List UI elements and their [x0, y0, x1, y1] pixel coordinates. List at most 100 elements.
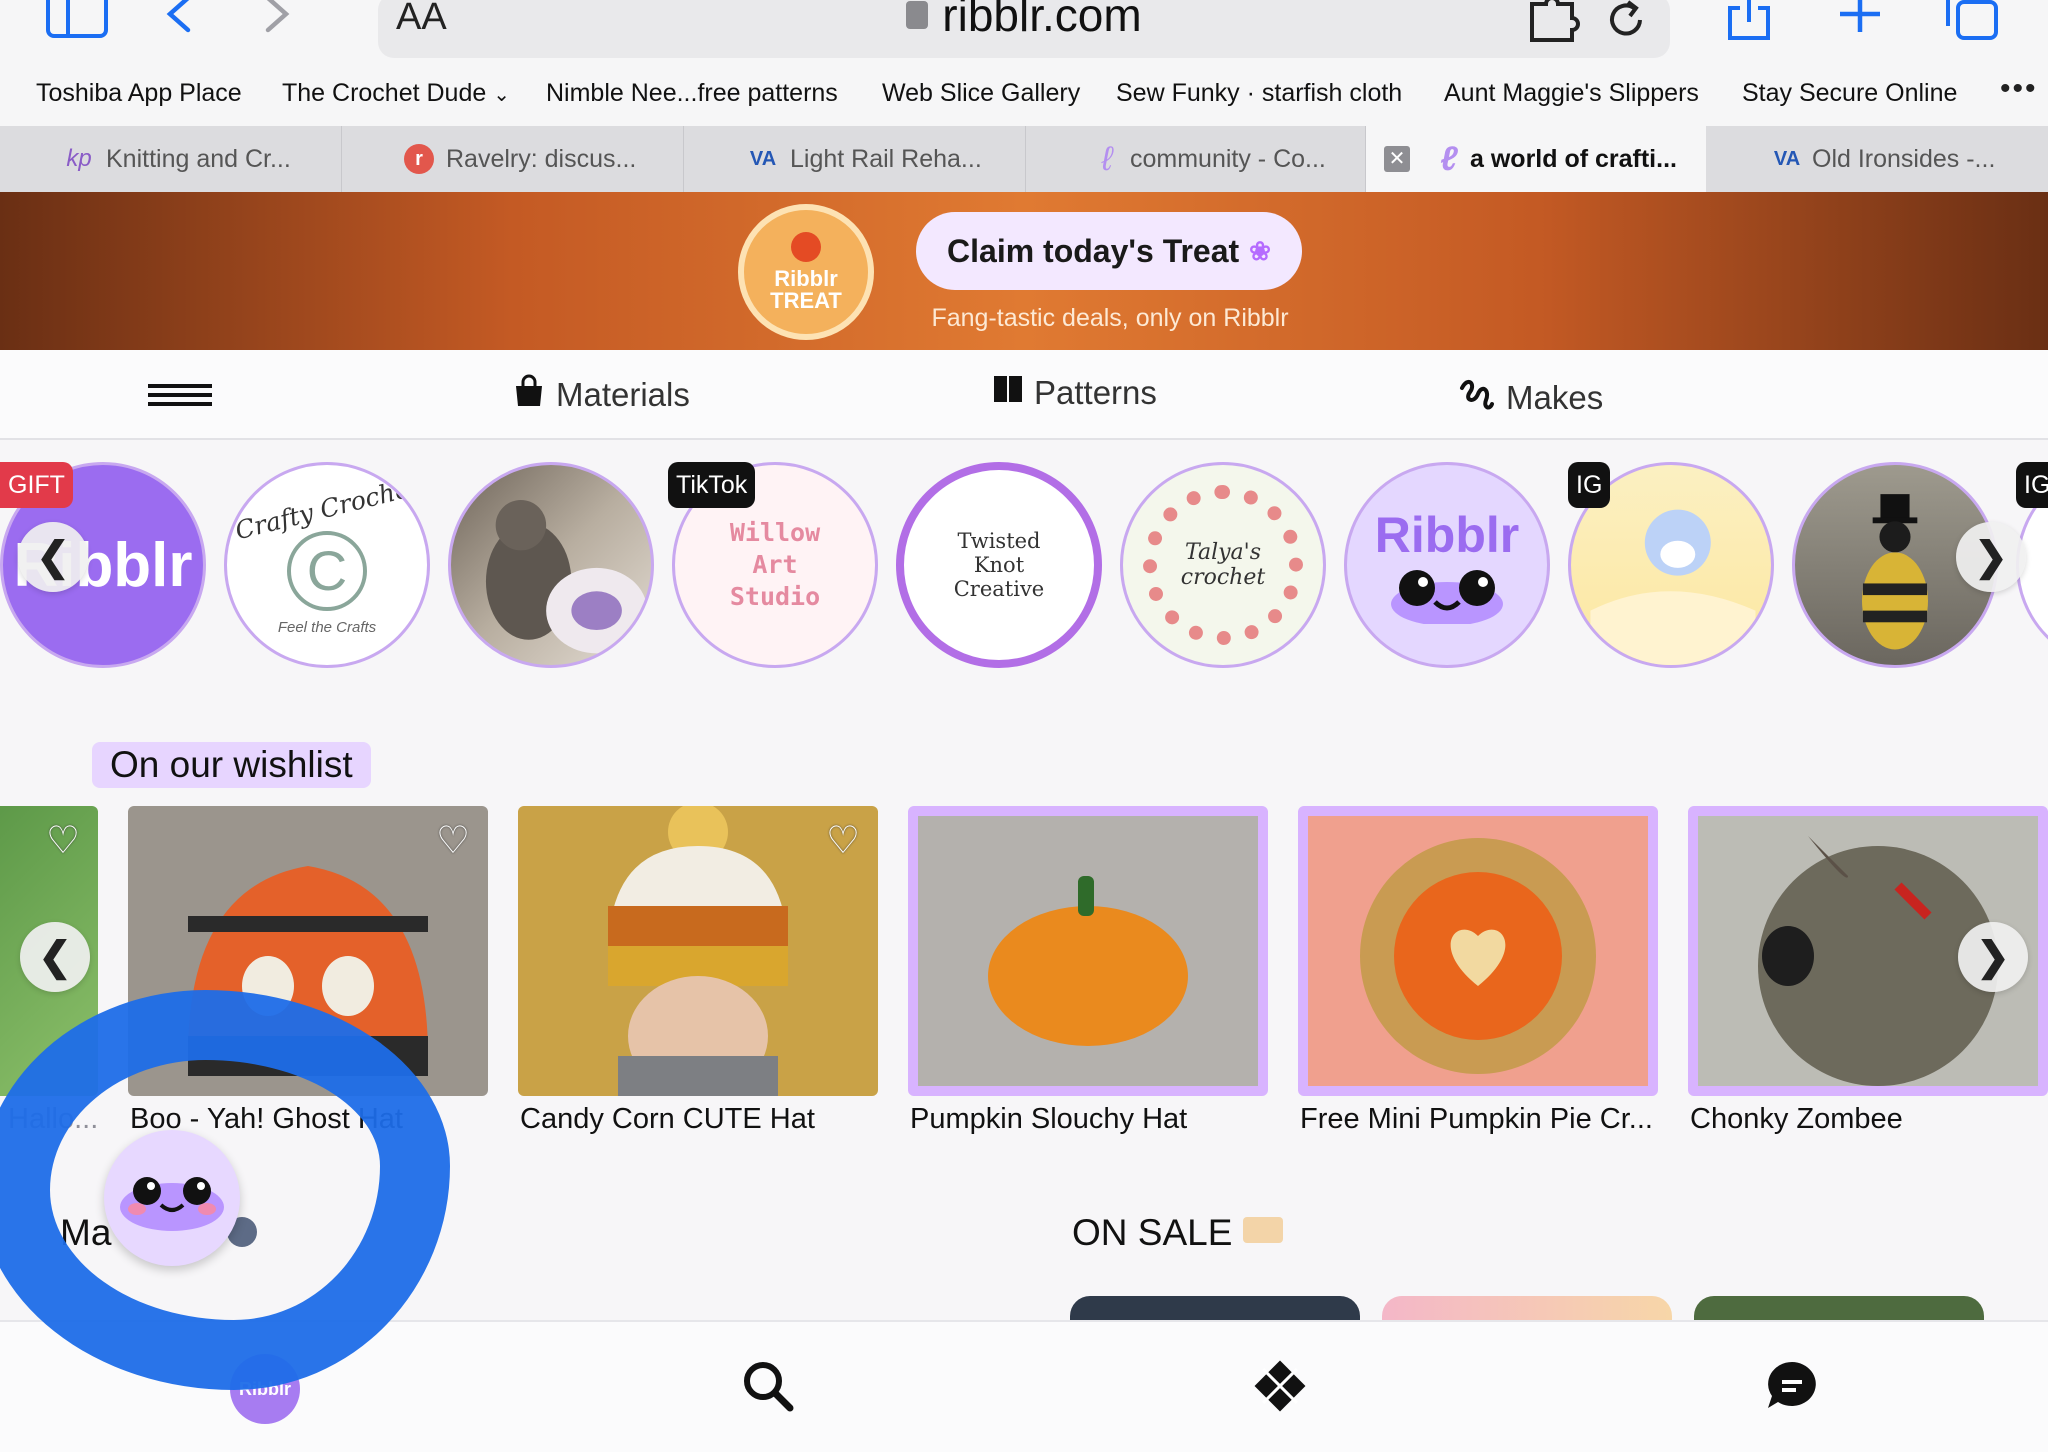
ig-tag: IG — [1568, 462, 1611, 508]
forward-icon[interactable] — [262, 0, 292, 43]
wishlist-card[interactable] — [908, 806, 1268, 1096]
crochet-c-logo-icon: C — [287, 531, 367, 611]
reload-icon[interactable] — [1604, 0, 1648, 47]
story-twisted-knot[interactable]: Twisted Knot Creative — [896, 462, 1102, 668]
ig-tag: IG — [2016, 462, 2048, 508]
page: AA ribblr.com Toshiba App Place The Croc… — [0, 0, 2048, 1452]
wishlist-card[interactable] — [1298, 806, 1658, 1096]
tab-title: community - Co... — [1130, 144, 1326, 173]
heart-icon[interactable]: ♡ — [42, 820, 84, 862]
tab-community[interactable]: ℓ community - Co... — [1026, 126, 1366, 192]
ribblr-treat-badge[interactable]: Ribblr TREAT — [738, 204, 874, 340]
story-ribblr-logo-text: Ribblr — [1374, 507, 1520, 563]
diamond-grid-icon — [1254, 1360, 1306, 1412]
candy-icon: ❀ — [1249, 235, 1271, 266]
bookmark-crochet-dude[interactable]: The Crochet Dude ⌄ — [282, 79, 510, 108]
chevron-down-icon: ⌄ — [493, 84, 510, 106]
search-icon — [744, 1362, 794, 1412]
price-tag-icon — [1242, 1217, 1283, 1243]
banner-subtitle: Fang-tastic deals, only on Ribblr — [931, 304, 1289, 332]
lock-icon — [906, 1, 929, 29]
tab-overview-icon[interactable] — [1944, 0, 2000, 47]
ribblr-l-logo-icon: ℓ — [1440, 140, 1458, 178]
nav-materials[interactable]: Materials — [512, 374, 690, 416]
tab-bar: kp Knitting and Cr... r Ravelry: discus.… — [0, 126, 2048, 192]
extensions-icon[interactable] — [1528, 0, 1580, 51]
wishlist-item-label[interactable]: Chonky Zombee — [1690, 1103, 1903, 1136]
ribblr-mascot-icon — [120, 1177, 224, 1231]
badge-line1: Ribblr — [774, 266, 838, 291]
wishlist-prev-button[interactable]: ❮ — [20, 922, 90, 992]
cat-photo — [485, 499, 648, 654]
book-icon — [992, 374, 1024, 412]
nav-makes[interactable]: Makes — [1456, 374, 1603, 422]
heart-icon[interactable]: ♡ — [432, 820, 474, 862]
bookmarks-bar: Toshiba App Place The Crochet Dude ⌄ Nim… — [0, 62, 2048, 126]
kp-logo-icon: kp — [66, 145, 92, 172]
wishlist-item-label[interactable]: Free Mini Pumpkin Pie Cr... — [1300, 1103, 1653, 1136]
url-text: ribblr.com — [942, 0, 1142, 41]
heart-icon[interactable]: ♡ — [822, 820, 864, 862]
tab-light-rail[interactable]: VA Light Rail Reha... — [684, 126, 1026, 192]
tab-world-of-crafting[interactable]: ℓ a world of crafti... — [1366, 126, 1706, 192]
menu-icon[interactable] — [148, 384, 212, 411]
patterns-sale-label: ON SALE — [1072, 1212, 1233, 1253]
wishlist-next-button[interactable]: ❯ — [1958, 922, 2028, 992]
url-display[interactable]: ribblr.com — [378, 0, 1670, 42]
shopping-bag-icon — [512, 374, 546, 416]
chevron-right-icon: ❯ — [1974, 535, 2008, 579]
bookmark-sew-funky[interactable]: Sew Funky · starfish cloth — [1116, 79, 1402, 108]
bookmark-label: The Crochet Dude — [282, 79, 487, 107]
wishlist-item-label[interactable]: Candy Corn CUTE Hat — [520, 1103, 815, 1136]
tiktok-tag: TikTok — [668, 462, 756, 508]
nav-materials-label: Materials — [556, 376, 690, 413]
address-bar[interactable]: AA ribblr.com — [378, 0, 1670, 58]
claim-treat-button[interactable]: Claim today's Treat ❀ — [916, 212, 1302, 290]
tab-title: Ravelry: discus... — [446, 144, 637, 173]
new-tab-icon[interactable] — [1836, 0, 1884, 41]
more-bookmarks-icon[interactable]: ••• — [2000, 72, 2038, 106]
story-twisted-text: Twisted Knot Creative — [953, 529, 1045, 601]
chat-bubble-icon — [1768, 1362, 1816, 1408]
chevron-left-icon: ❮ — [36, 535, 70, 579]
story-talya-crochet[interactable]: Talya's crochet — [1120, 462, 1326, 668]
stories-next-button[interactable]: ❯ — [1956, 522, 2026, 592]
bookmark-web-slice[interactable]: Web Slice Gallery — [882, 79, 1080, 108]
gift-tag: GIFT — [0, 462, 73, 508]
bookmark-stay-secure[interactable]: Stay Secure Online — [1742, 79, 1957, 108]
tab-ravelry[interactable]: r Ravelry: discus... — [342, 126, 684, 192]
search-button[interactable] — [736, 1354, 800, 1418]
bookmark-aunt-maggie[interactable]: Aunt Maggie's Slippers — [1444, 79, 1699, 108]
yarn-squiggle-icon — [1456, 374, 1496, 422]
story-talya-text: Talya's crochet — [1180, 540, 1266, 590]
back-icon[interactable] — [164, 0, 194, 43]
sidebar-icon[interactable] — [46, 0, 108, 45]
story-willow-text: Willow Art Studio — [729, 518, 821, 611]
candy-icon — [791, 232, 821, 262]
ribblr-mascot-icon — [1391, 570, 1503, 624]
tab-knitting[interactable]: kp Knitting and Cr... — [0, 126, 342, 192]
close-tab-icon[interactable]: ✕ — [1384, 146, 1410, 172]
wishlist-item-label[interactable]: Pumpkin Slouchy Hat — [910, 1103, 1187, 1136]
tab-title: a world of crafti... — [1470, 144, 1677, 173]
va-logo-icon: VA — [1773, 148, 1801, 170]
nav-patterns[interactable]: Patterns — [992, 374, 1157, 412]
pumpkin-pie-photo — [1308, 816, 1648, 1086]
patterns-sale-title: ON SALE — [1072, 1212, 1283, 1254]
main-nav: Materials Patterns Makes — [0, 350, 2048, 440]
story-cat-photo[interactable] — [448, 462, 654, 668]
stories-prev-button[interactable]: ❮ — [18, 522, 88, 592]
story-crafty-crochet[interactable]: Crafty Crochet C Feel the Crafts — [224, 462, 430, 668]
story-ribblr-logo[interactable]: Ribblr — [1344, 462, 1550, 668]
tab-title: Old Ironsides -... — [1812, 144, 1996, 173]
floating-mascot-button[interactable] — [104, 1130, 240, 1266]
nav-makes-label: Makes — [1506, 379, 1604, 416]
claim-treat-label: Claim today's Treat — [947, 232, 1240, 269]
tab-old-ironsides[interactable]: VA Old Ironsides -... — [1706, 126, 2048, 192]
bookmark-nimble[interactable]: Nimble Nee...free patterns — [546, 79, 838, 108]
wishlist-card[interactable]: ♡ — [518, 806, 878, 1096]
share-icon[interactable] — [1724, 0, 1774, 49]
shop-button[interactable] — [1248, 1354, 1312, 1418]
chat-button[interactable] — [1760, 1354, 1824, 1418]
bookmark-toshiba[interactable]: Toshiba App Place — [36, 79, 242, 108]
